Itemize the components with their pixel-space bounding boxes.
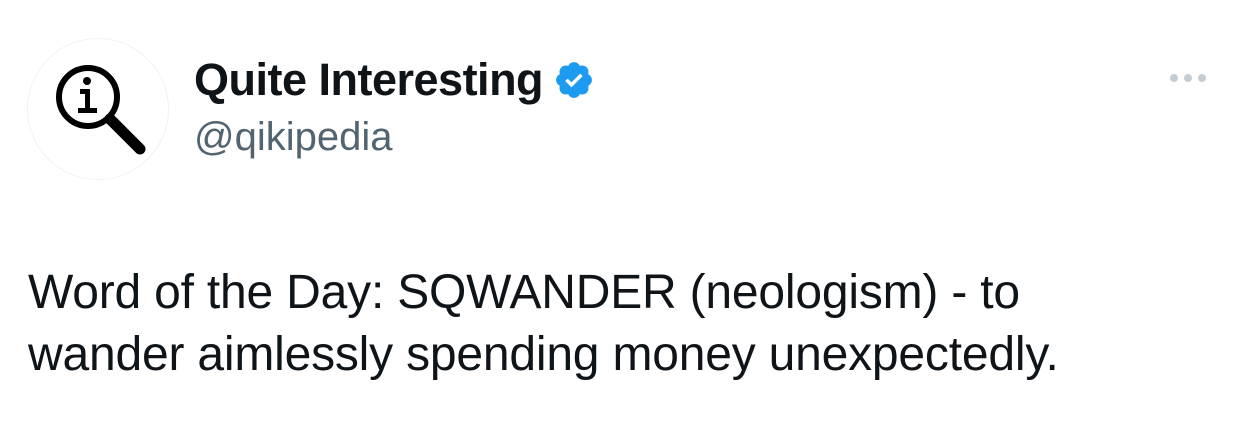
tweet-text-line: Word of the Day: SQWANDER (neologism) - … <box>28 266 1020 319</box>
magnifying-glass-info-icon <box>56 65 146 155</box>
tweet-text: Word of the Day: SQWANDER (neologism) - … <box>28 262 1228 386</box>
author-name-row: Quite Interesting <box>194 54 595 106</box>
tweet-text-line: wander aimlessly spending money unexpect… <box>28 328 1059 381</box>
more-dot <box>1198 74 1206 82</box>
more-options-icon[interactable] <box>1160 62 1216 94</box>
verified-badge-icon[interactable] <box>553 59 595 101</box>
author-handle[interactable]: @qikipedia <box>194 115 393 160</box>
more-dot <box>1170 74 1178 82</box>
more-dot <box>1184 74 1192 82</box>
author-display-name[interactable]: Quite Interesting <box>194 54 544 106</box>
avatar[interactable] <box>27 38 169 180</box>
